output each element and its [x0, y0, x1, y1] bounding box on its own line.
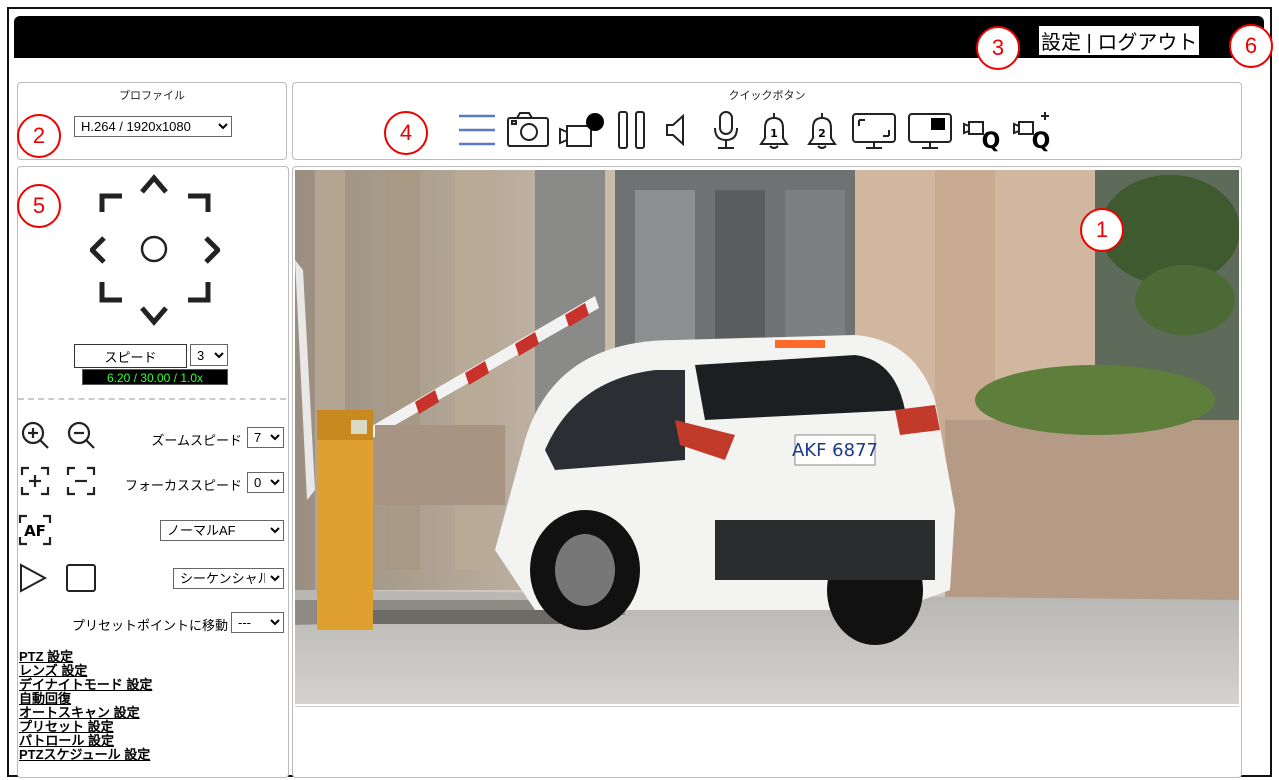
- quick-buttons-title: クイックボタン: [728, 90, 806, 102]
- record-icon[interactable]: [557, 108, 607, 152]
- ptz-speed-label: スピード: [74, 344, 187, 368]
- ptz-speed-select[interactable]: 3: [190, 344, 228, 366]
- zoom-speed-select[interactable]: 7: [247, 427, 284, 448]
- auto-scan-settings-link[interactable]: オートスキャン 設定: [19, 706, 152, 720]
- ptz-down-icon[interactable]: [140, 306, 168, 326]
- callout-badge-6: 6: [1229, 24, 1273, 68]
- settings-link[interactable]: 設定: [1041, 32, 1081, 54]
- camera-snapshot-icon[interactable]: [505, 108, 551, 152]
- speaker-icon[interactable]: [657, 108, 699, 152]
- ptz-home-icon[interactable]: [140, 235, 168, 263]
- focus-far-icon[interactable]: [66, 466, 96, 496]
- video-status-area: [295, 706, 1239, 772]
- fullscreen-icon[interactable]: [849, 108, 899, 152]
- preset-label: プリセットポイントに移動: [71, 618, 228, 633]
- profile-panel: プロファイル H.264 / 1920x1080: [17, 82, 287, 160]
- settings-links: PTZ 設定 レンズ 設定 デイナイトモード 設定 自動回復 オートスキャン 設…: [19, 650, 152, 762]
- license-plate: AKF 6877: [792, 440, 878, 461]
- svg-text:Q: Q: [1032, 129, 1051, 152]
- zoom-out-icon[interactable]: [66, 420, 96, 450]
- focus-speed-label: フォーカススピード: [124, 478, 242, 493]
- ptz-position-readout: 6.20 / 30.00 / 1.0x: [82, 369, 228, 385]
- autofocus-icon[interactable]: AF: [18, 514, 52, 546]
- ptz-down-left-icon[interactable]: [99, 282, 122, 303]
- monitor-icon[interactable]: [905, 108, 955, 152]
- preset-select[interactable]: ---: [231, 612, 284, 633]
- alarm-1-icon[interactable]: 1: [753, 108, 795, 152]
- svg-text:2: 2: [818, 127, 826, 140]
- scan-stop-icon[interactable]: [65, 563, 97, 593]
- ptz-direction-pad: [90, 174, 220, 326]
- focus-speed-select[interactable]: 0: [247, 472, 284, 493]
- zoom-in-icon[interactable]: [20, 420, 50, 450]
- pause-icon[interactable]: [613, 108, 651, 152]
- profile-title: プロファイル: [119, 90, 185, 102]
- ptz-down-right-icon[interactable]: [188, 282, 211, 303]
- ptz-schedule-settings-link[interactable]: PTZスケジュール 設定: [19, 748, 152, 762]
- af-mode-select[interactable]: ノーマルAF: [160, 520, 284, 541]
- ptz-left-icon[interactable]: [90, 236, 106, 264]
- panel-divider: [18, 398, 286, 400]
- ptz-settings-link[interactable]: PTZ 設定: [19, 650, 152, 664]
- callout-badge-3: 3: [976, 26, 1020, 70]
- scan-mode-select[interactable]: シーケンシャル: [173, 568, 284, 589]
- header-links: 設定 | ログアウト: [1039, 26, 1200, 55]
- svg-text:AF: AF: [24, 522, 46, 540]
- day-night-settings-link[interactable]: デイナイトモード 設定: [19, 678, 152, 692]
- logout-link[interactable]: ログアウト: [1097, 32, 1197, 54]
- callout-badge-5: 5: [17, 184, 61, 228]
- ptz-up-icon[interactable]: [140, 174, 168, 194]
- callout-badge-1: 1: [1080, 208, 1124, 252]
- scan-play-icon[interactable]: [18, 563, 48, 593]
- zoom-q-add-icon[interactable]: Q: [1011, 108, 1055, 152]
- ptz-up-left-icon[interactable]: [99, 193, 122, 212]
- microphone-icon[interactable]: [705, 108, 747, 152]
- lens-settings-link[interactable]: レンズ 設定: [19, 664, 152, 678]
- auto-recovery-link[interactable]: 自動回復: [19, 692, 152, 706]
- header-separator: |: [1086, 32, 1092, 54]
- svg-text:Q: Q: [982, 129, 1001, 152]
- ptz-up-right-icon[interactable]: [188, 193, 211, 212]
- callout-badge-2: 2: [17, 114, 61, 158]
- zoom-speed-label: ズームスピード: [151, 433, 242, 448]
- ptz-speed-control: スピード 3: [74, 344, 229, 368]
- patrol-settings-link[interactable]: パトロール 設定: [19, 734, 152, 748]
- menu-icon[interactable]: [455, 108, 499, 152]
- svg-text:1: 1: [770, 127, 778, 140]
- quick-buttons-bar: 1 2 Q Q: [455, 108, 1055, 152]
- zoom-q-icon[interactable]: Q: [961, 108, 1005, 152]
- profile-select[interactable]: H.264 / 1920x1080: [74, 116, 232, 137]
- focus-near-icon[interactable]: [20, 466, 50, 496]
- ptz-right-icon[interactable]: [204, 236, 220, 264]
- preset-settings-link[interactable]: プリセット 設定: [19, 720, 152, 734]
- alarm-2-icon[interactable]: 2: [801, 108, 843, 152]
- callout-badge-4: 4: [384, 111, 428, 155]
